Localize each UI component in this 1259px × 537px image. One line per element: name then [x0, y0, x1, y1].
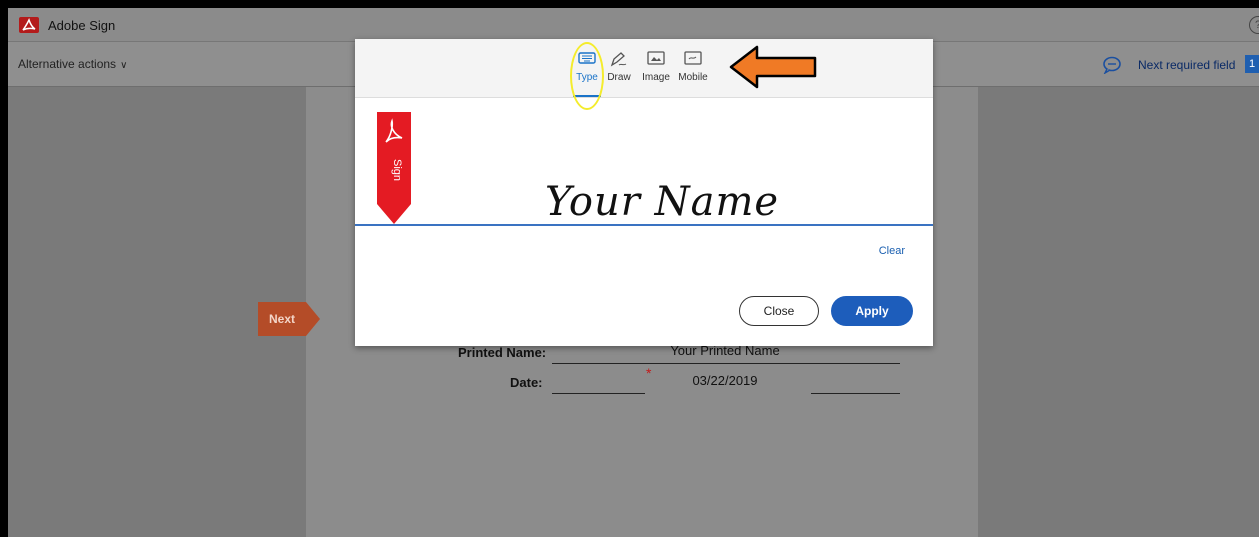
date-field[interactable]: 03/22/2019	[552, 373, 898, 388]
date-underline-right	[811, 393, 900, 394]
signature-baseline	[355, 224, 933, 226]
signature-dialog: Type Draw Image Mobile Sign Your Name Cl…	[355, 39, 933, 346]
orange-arrow-annotation	[729, 44, 819, 95]
help-icon[interactable]: ?	[1249, 16, 1259, 34]
required-field-counter: 1	[1245, 55, 1259, 73]
pen-icon	[599, 51, 639, 69]
comment-icon[interactable]	[1102, 56, 1122, 79]
clear-link[interactable]: Clear	[879, 245, 905, 257]
next-button[interactable]: Next	[258, 302, 320, 336]
close-button[interactable]: Close	[739, 296, 819, 326]
next-required-field-link[interactable]: Next required field	[1138, 58, 1235, 72]
ribbon-sign-text: Sign	[391, 159, 403, 181]
app-title: Adobe Sign	[48, 18, 116, 33]
typed-signature: Your Name	[545, 179, 780, 225]
date-label: Date:	[510, 375, 543, 390]
mobile-icon	[673, 51, 713, 69]
adobe-sign-logo	[19, 17, 39, 33]
image-icon	[636, 51, 676, 69]
yellow-highlight-ellipse	[570, 42, 604, 110]
date-underline-left	[552, 393, 645, 394]
tab-mobile-label: Mobile	[678, 72, 708, 83]
alternative-actions-label: Alternative actions	[18, 57, 117, 71]
alternative-actions-menu[interactable]: Alternative actions ∨	[18, 57, 127, 71]
tab-mobile[interactable]: Mobile	[673, 51, 713, 83]
tab-image-label: Image	[642, 72, 670, 83]
app-window: Adobe Sign ? Alternative actions∨ Next r…	[8, 8, 1259, 537]
apply-button[interactable]: Apply	[831, 296, 913, 326]
title-bar: Adobe Sign ?	[8, 8, 1259, 42]
signature-method-tabs: Type Draw Image Mobile	[355, 39, 933, 98]
chevron-down-icon: ∨	[120, 60, 128, 71]
adobe-sign-ribbon: Sign	[377, 112, 411, 229]
tab-draw-label: Draw	[607, 72, 631, 83]
printed-name-underline	[552, 363, 900, 364]
tab-draw[interactable]: Draw	[599, 51, 639, 83]
tab-image[interactable]: Image	[636, 51, 676, 83]
printed-name-label: Printed Name:	[458, 345, 547, 360]
